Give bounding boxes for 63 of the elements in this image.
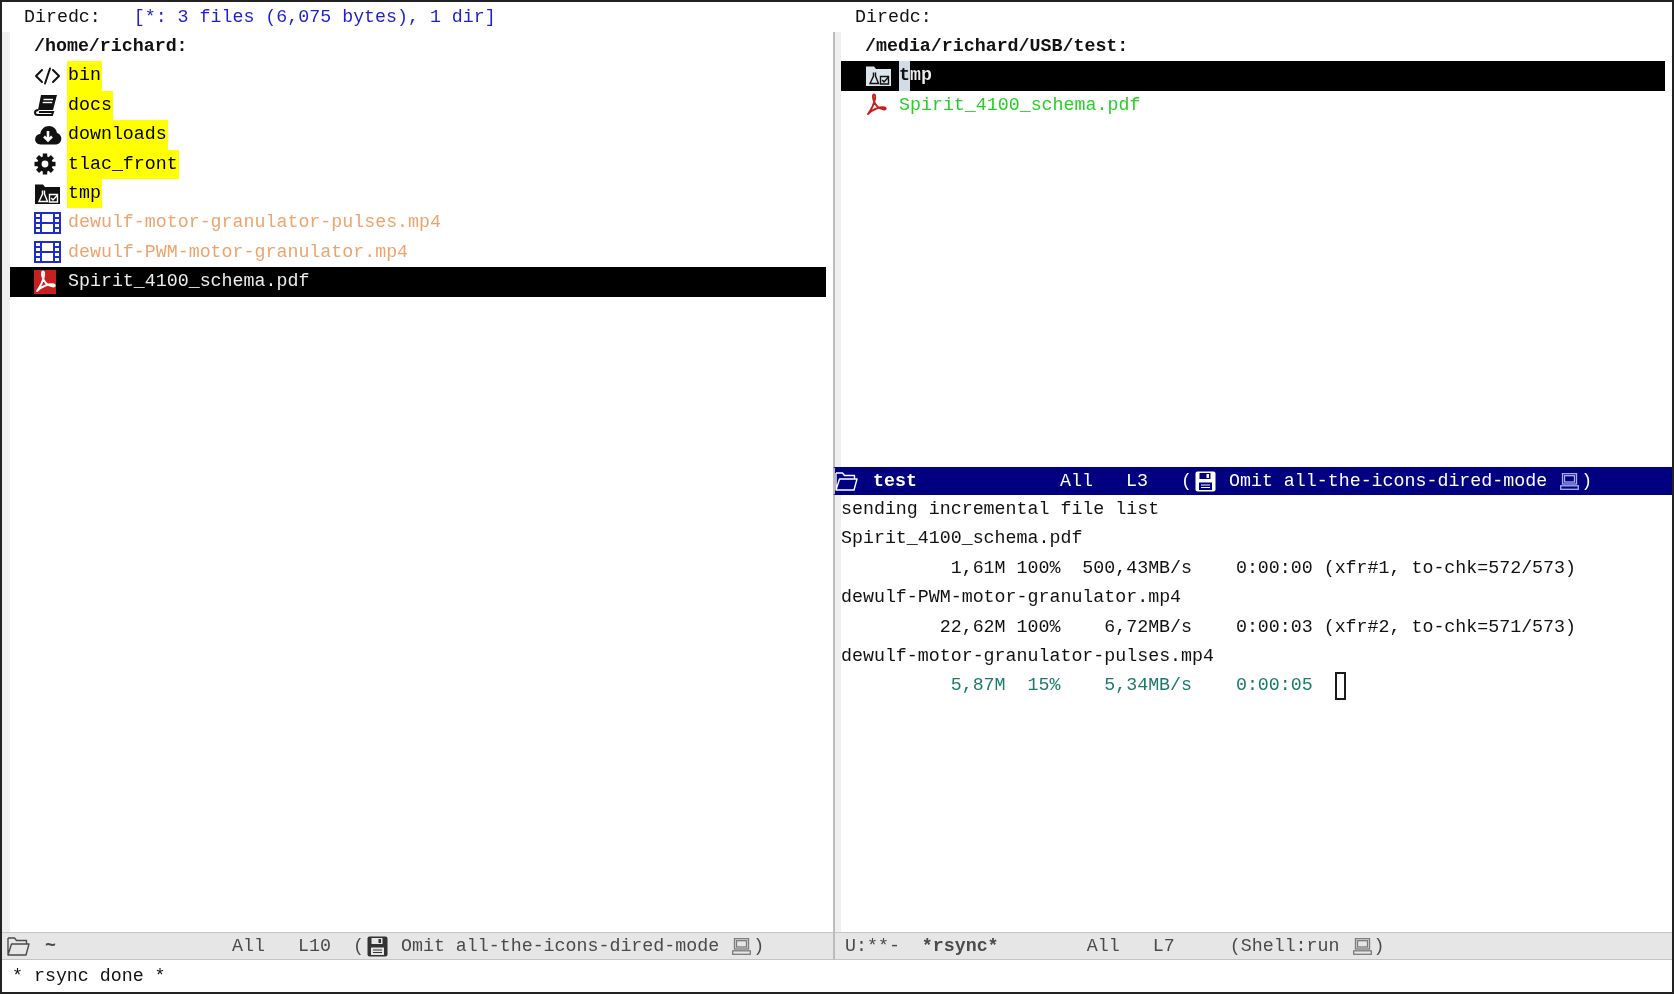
folder-flask-icon	[865, 65, 892, 88]
pdf-icon	[865, 93, 887, 118]
buffer-name: *rsync*	[921, 936, 999, 956]
output-line: Spirit_4100_schema.pdf	[841, 527, 1083, 551]
buffer-position: All	[1060, 471, 1093, 491]
folder-icon	[7, 936, 30, 956]
elapsed-time: 0:00:00	[1235, 556, 1313, 580]
transfer-percent: 100%	[1016, 616, 1061, 637]
file-name[interactable]: downloads	[67, 120, 168, 150]
transfer-speed: 6,72MB/s	[1104, 616, 1193, 637]
file-name[interactable]: tmp	[67, 178, 102, 209]
output-line: sending incremental file list	[841, 498, 1160, 521]
film-icon	[34, 241, 61, 264]
output-line: dewulf-motor-granulator-pulses.mp4	[841, 644, 1214, 668]
major-mode: Omit all-the-icons-dired-mode	[401, 936, 720, 956]
gear-icon	[34, 153, 56, 176]
transfer-speed: 500,43MB/s	[1082, 557, 1193, 578]
transfer-percent: 15%	[1027, 675, 1061, 696]
mode-paren: )	[1373, 936, 1385, 956]
elapsed-time: 0:00:05	[1235, 674, 1313, 698]
line-number: L10	[298, 936, 331, 956]
directory-path: /home/richard:	[34, 36, 188, 56]
transfer-percent: 100%	[1016, 557, 1061, 578]
file-name[interactable]: tlac_front	[67, 149, 179, 179]
file-name[interactable]: bin	[67, 61, 102, 91]
header-label: Diredc:	[855, 7, 932, 27]
marked-summary: [*: 3 files (6,075 bytes), 1 dir]	[133, 7, 496, 27]
cloud-download-icon	[34, 124, 62, 145]
elapsed-time: 0:00:03	[1235, 615, 1313, 639]
folder-flask-icon	[34, 182, 61, 205]
pdf-icon	[34, 269, 56, 294]
book-icon	[34, 94, 58, 117]
film-icon	[34, 212, 61, 235]
folder-icon	[835, 471, 858, 491]
computer-icon	[1352, 937, 1372, 955]
mode-paren: )	[753, 936, 765, 956]
transfer-size: 1,61M	[950, 557, 1006, 578]
file-name[interactable]: docs	[67, 90, 113, 121]
computer-icon	[1560, 472, 1580, 490]
mode-paren: )	[1581, 471, 1593, 491]
buffer-position: All	[1086, 936, 1120, 956]
line-number: L7	[1152, 936, 1175, 956]
transfer-size: 5,87M	[950, 675, 1006, 696]
line-number: L3	[1126, 471, 1148, 491]
buffer-name: test	[873, 471, 917, 491]
output-line: dewulf-PWM-motor-granulator.mp4	[841, 586, 1182, 610]
buffer-position: All	[232, 936, 265, 956]
major-mode: Omit all-the-icons-dired-mode	[1229, 471, 1548, 491]
code-icon	[34, 67, 61, 86]
header-label: Diredc:	[24, 7, 101, 27]
major-mode: (Shell:run	[1229, 936, 1340, 956]
transfer-size: 22,62M	[939, 616, 1006, 637]
directory-path: /media/richard/USB/test:	[865, 36, 1129, 56]
transfer-info: (xfr#2, to-chk=571/573)	[1323, 615, 1576, 639]
mode-paren: (	[353, 936, 364, 956]
file-name[interactable]: Spirit_4100_schema.pdf	[67, 267, 311, 297]
mode-paren: (	[1181, 471, 1192, 491]
buffer-name: ~	[45, 936, 56, 956]
echo-message: * rsync done *	[12, 966, 166, 986]
buffer-status: U:**-	[845, 936, 900, 956]
computer-icon	[732, 937, 752, 955]
transfer-speed: 5,34MB/s	[1104, 675, 1193, 696]
transfer-info: (xfr#1, to-chk=572/573)	[1323, 556, 1576, 580]
